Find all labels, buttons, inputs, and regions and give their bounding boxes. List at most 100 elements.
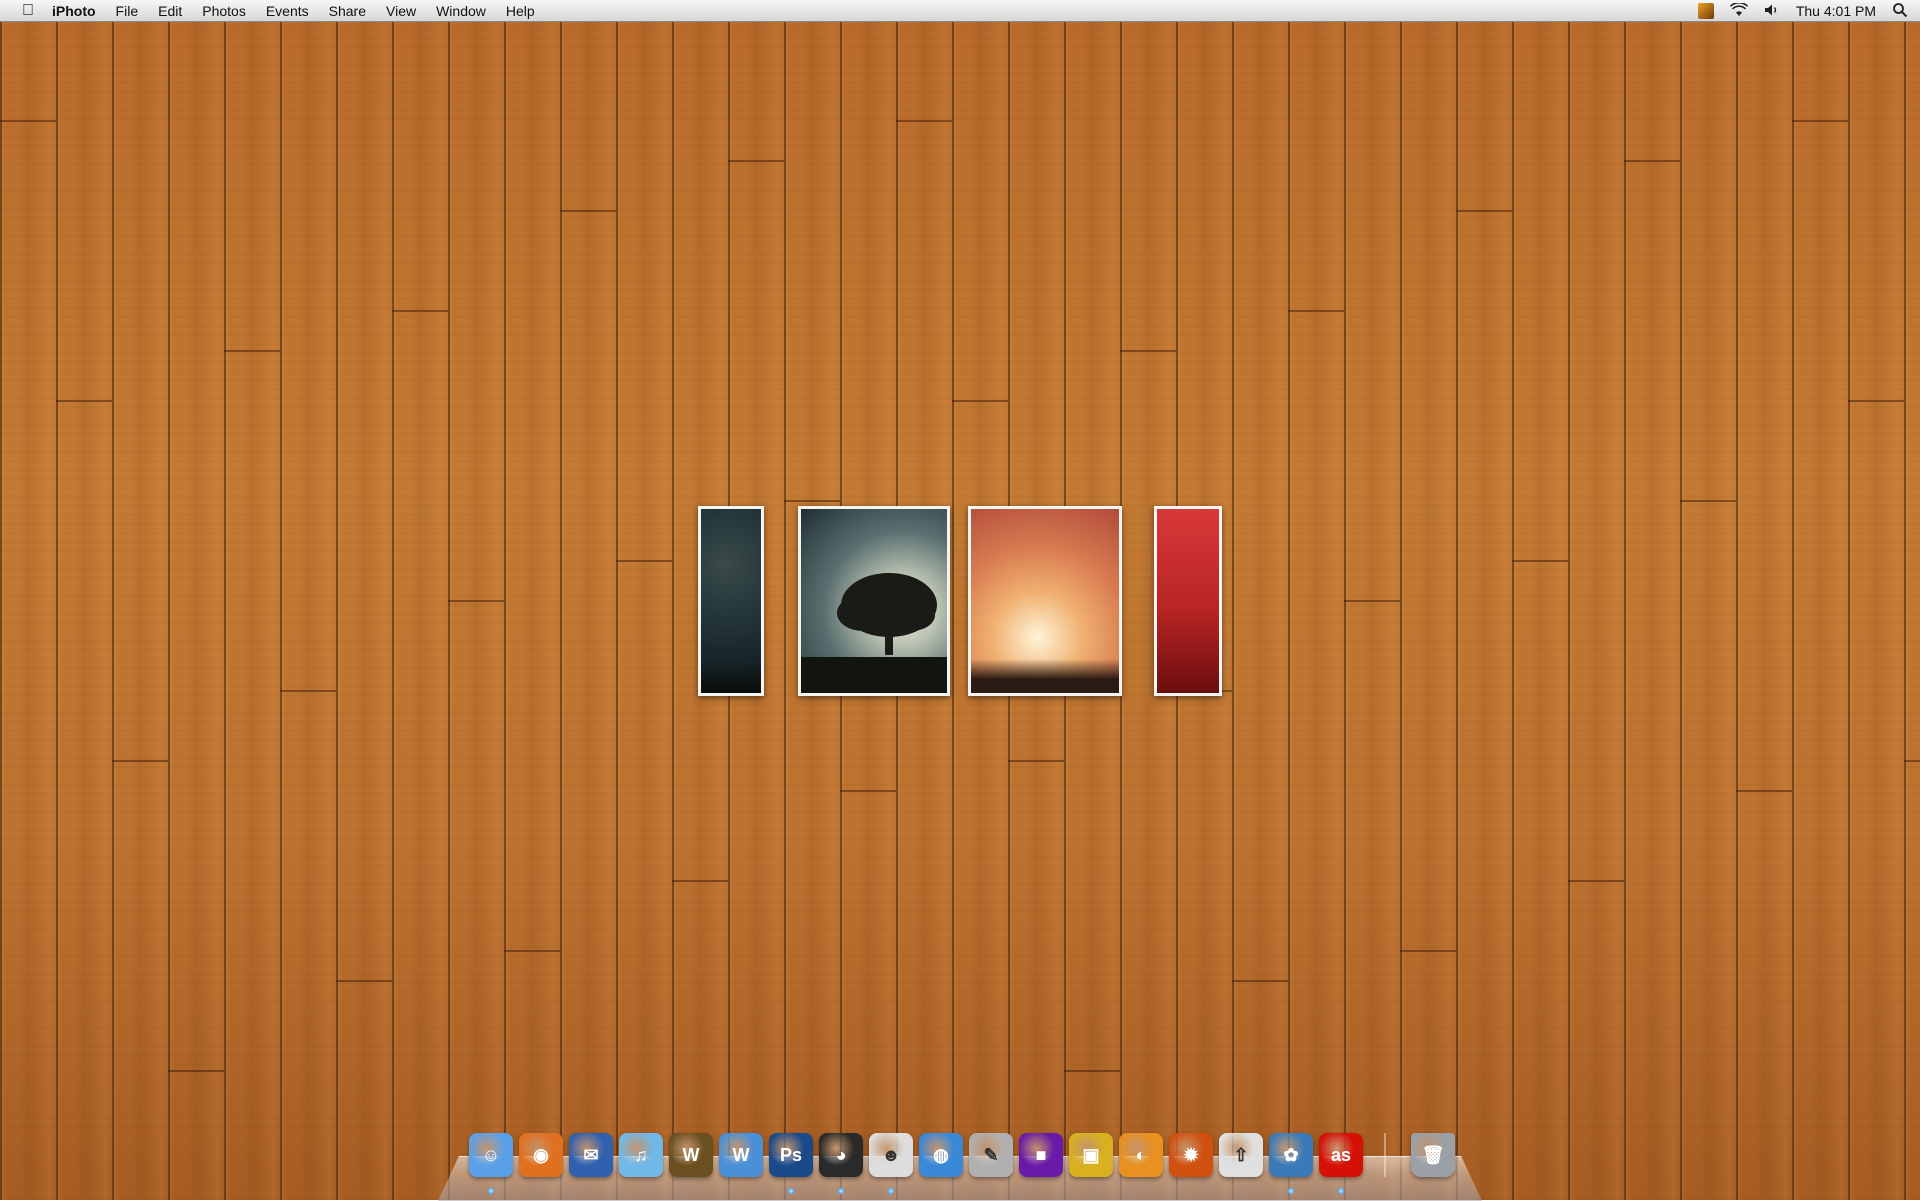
floorboard-seam: [784, 500, 840, 502]
dock-item-itunes[interactable]: ♫: [616, 1130, 666, 1180]
floorboard-seam: [616, 560, 672, 562]
photo-tree-silhouette: [798, 506, 950, 696]
running-indicator: [788, 1188, 794, 1194]
floorboard-seam: [840, 790, 896, 792]
floorboard-seam: [504, 950, 560, 952]
running-indicator: [888, 1188, 894, 1194]
dock: ☺ ◉ ✉ ♫ W W Ps ◕ ☻ ◍ ✎ ■ ▣ ◐ ✹ ⇧ ✿ as 🗑: [466, 1130, 1466, 1194]
word-icon: W: [719, 1133, 763, 1177]
photo-night-sky-narrow: [698, 506, 764, 696]
duck-icon: ◐: [1119, 1133, 1163, 1177]
firefox-icon: ◉: [519, 1133, 563, 1177]
menu-events[interactable]: Events: [256, 0, 319, 22]
menu-help[interactable]: Help: [496, 0, 545, 22]
floorboard-seam: [896, 120, 952, 122]
floorboard-seam: [56, 400, 112, 402]
flickr-icon: ⇧: [1219, 1133, 1263, 1177]
floorboard-seam: [1232, 980, 1288, 982]
floorboard-seam: [1568, 880, 1624, 882]
menu-file[interactable]: File: [106, 0, 149, 22]
volume-icon[interactable]: [1764, 3, 1780, 20]
dock-item-transmit[interactable]: ▣: [1066, 1130, 1116, 1180]
running-indicator: [1288, 1188, 1294, 1194]
itunes-icon: ♫: [619, 1133, 663, 1177]
running-indicator: [838, 1188, 844, 1194]
photo-starry-sunset: [968, 506, 1122, 696]
dock-item-messenger[interactable]: ☻: [866, 1130, 916, 1194]
wifi-icon[interactable]: [1729, 1, 1748, 20]
menu-bar:  iPhoto File Edit Photos Events Share V…: [0, 0, 1920, 22]
menu-share[interactable]: Share: [319, 0, 376, 22]
dock-item-lastfm[interactable]: as: [1316, 1130, 1366, 1194]
floorboard-seam: [672, 880, 728, 882]
floorboard-seam: [224, 350, 280, 352]
globe-icon: ◍: [919, 1133, 963, 1177]
trash-icon: 🗑: [1411, 1133, 1455, 1177]
floorboard-seam: [336, 980, 392, 982]
lastfm-icon: as: [1319, 1133, 1363, 1177]
floorboard-seam: [1512, 560, 1568, 562]
clock[interactable]: Thu 4:01 PM: [1796, 3, 1876, 19]
dock-item-photoshop[interactable]: Ps: [766, 1130, 816, 1194]
floorboard-seam: [1456, 210, 1512, 212]
tree-silhouette-icon: [801, 573, 947, 693]
dock-item-firefox[interactable]: ◉: [516, 1130, 566, 1180]
dock-item-thunderbird[interactable]: ✉: [566, 1130, 616, 1180]
dock-item-adium-duck[interactable]: ◐: [1116, 1130, 1166, 1180]
mail-icon: ✉: [569, 1133, 613, 1177]
photo-red-narrow: [1154, 506, 1222, 696]
floorboard-seam: [1400, 950, 1456, 952]
warcraft-icon: W: [669, 1133, 713, 1177]
dock-item-adium[interactable]: ◕: [816, 1130, 866, 1194]
square-icon: ■: [1019, 1133, 1063, 1177]
desktop-wallpaper: [0, 0, 1920, 1200]
spotlight-search-icon[interactable]: [1892, 2, 1908, 21]
script-icon: ✎: [969, 1133, 1013, 1177]
floorboard-seam: [560, 210, 616, 212]
floorboard-seam: [1624, 160, 1680, 162]
running-indicator: [488, 1188, 494, 1194]
dock-item-system-tool[interactable]: ◍: [916, 1130, 966, 1180]
floorboard-seam: [1288, 310, 1344, 312]
fire-icon: ✹: [1169, 1133, 1213, 1177]
adium-icon: ◕: [819, 1133, 863, 1177]
floorboard-seam: [1904, 760, 1920, 762]
floorboard-seam: [112, 760, 168, 762]
floorboard-seam: [168, 1070, 224, 1072]
floorboard-seam: [1064, 1070, 1120, 1072]
floorboard-seam: [1344, 600, 1400, 602]
dock-item-finder[interactable]: ☺: [466, 1130, 516, 1194]
floorboard-seam: [728, 160, 784, 162]
truck-icon: ▣: [1069, 1133, 1113, 1177]
floorboard-seam: [448, 600, 504, 602]
photoshop-icon: Ps: [769, 1133, 813, 1177]
iphoto-icon: ✿: [1269, 1133, 1313, 1177]
dock-item-iphoto[interactable]: ✿: [1266, 1130, 1316, 1194]
user-picture-icon[interactable]: [1697, 3, 1714, 19]
dock-item-script-editor[interactable]: ✎: [966, 1130, 1016, 1180]
dock-separator: [1384, 1133, 1386, 1177]
apple-icon[interactable]: : [18, 2, 38, 20]
status-area: Thu 4:01 PM: [1697, 0, 1908, 22]
floorboard-seam: [1008, 760, 1064, 762]
dock-item-trash[interactable]: 🗑: [1408, 1130, 1458, 1180]
menu-view[interactable]: View: [376, 0, 426, 22]
dock-item-world-of-warcraft[interactable]: W: [666, 1130, 716, 1180]
floorboard-seam: [1792, 120, 1848, 122]
floorboard-seam: [1736, 790, 1792, 792]
dock-item-word[interactable]: W: [716, 1130, 766, 1180]
floorboard-seam: [280, 690, 336, 692]
floorboard-seam: [1120, 350, 1176, 352]
menu-photos[interactable]: Photos: [192, 0, 256, 22]
running-indicator: [1338, 1188, 1344, 1194]
menu-edit[interactable]: Edit: [148, 0, 192, 22]
menu-window[interactable]: Window: [426, 0, 496, 22]
messenger-icon: ☻: [869, 1133, 913, 1177]
dock-item-flickr-uploadr[interactable]: ⇧: [1216, 1130, 1266, 1180]
floorboard-seam: [952, 400, 1008, 402]
dock-item-purple-app[interactable]: ■: [1016, 1130, 1066, 1180]
finder-icon: ☺: [469, 1133, 513, 1177]
dock-item-burn[interactable]: ✹: [1166, 1130, 1216, 1180]
app-menu[interactable]: iPhoto: [52, 0, 106, 22]
floorboard-seam: [392, 310, 448, 312]
